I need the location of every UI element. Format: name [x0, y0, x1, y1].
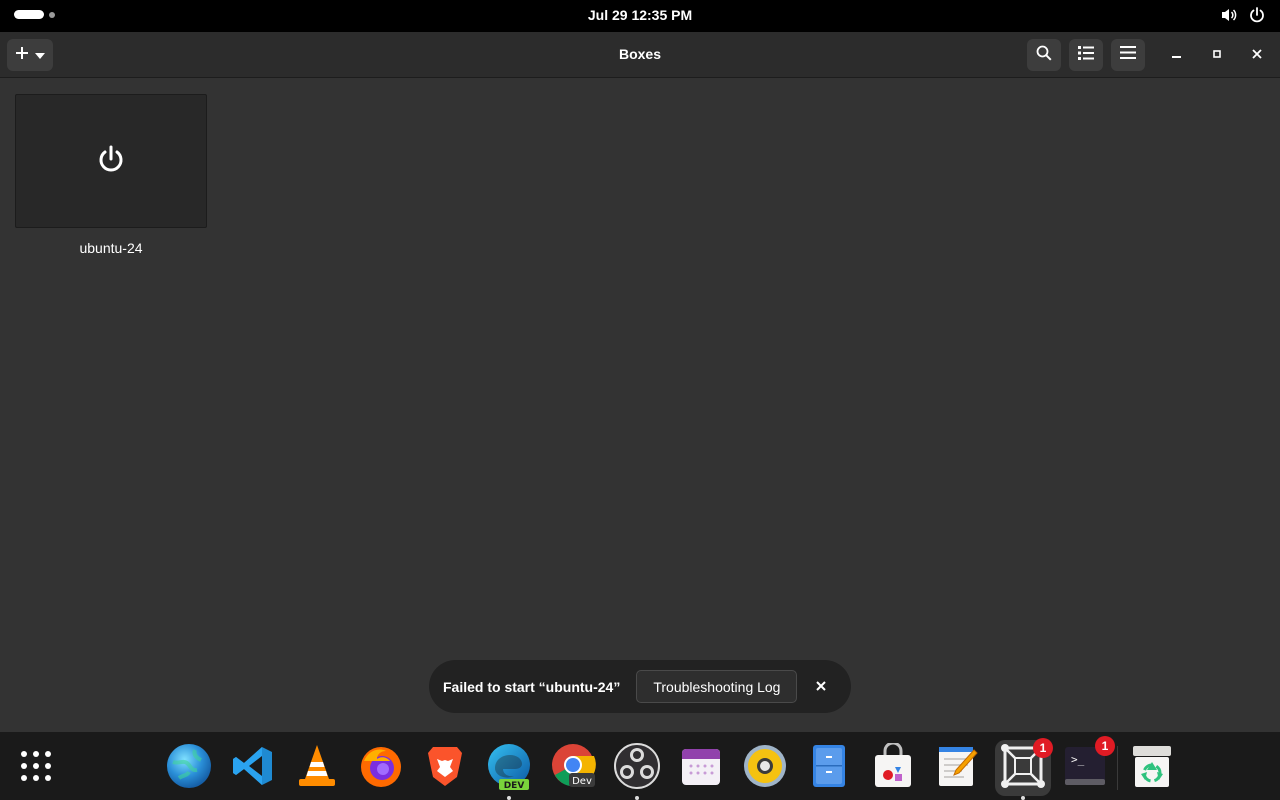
dock-item-firefox[interactable] — [355, 742, 407, 794]
dock-separator — [1117, 746, 1118, 790]
dock-item-trash[interactable] — [1126, 742, 1178, 794]
volume-icon[interactable] — [1220, 6, 1238, 24]
minimize-button[interactable] — [1164, 39, 1190, 71]
chrome-dev-label: Dev — [572, 776, 592, 787]
vlc-cone-icon — [295, 743, 339, 794]
view-toggle-button[interactable] — [1069, 39, 1103, 71]
dock-item-vscode[interactable] — [227, 742, 279, 794]
toast-message: Failed to start “ubuntu-24” — [443, 678, 621, 695]
add-icon — [15, 46, 29, 65]
app-grid-icon — [19, 749, 53, 788]
dock-item-edge-dev[interactable]: DEV — [483, 742, 535, 800]
box-name-label[interactable]: ubuntu-24 — [15, 240, 207, 256]
dock-item-file-cabinet[interactable] — [803, 742, 855, 794]
boxes-collection-view: ubuntu-24 — [0, 79, 1280, 732]
dock-item-text-editor[interactable] — [931, 742, 983, 794]
toast-close-button[interactable] — [809, 675, 833, 699]
running-indicator — [1021, 796, 1025, 800]
list-view-icon — [1078, 45, 1094, 65]
system-tray[interactable] — [1220, 6, 1266, 24]
power-icon[interactable] — [1248, 6, 1266, 24]
workspace-indicator — [49, 11, 55, 18]
error-toast: Failed to start “ubuntu-24” Troubleshoot… — [429, 660, 851, 713]
globe-icon — [165, 742, 213, 795]
dock: DEV Dev 1 >_ 1 — [0, 732, 1280, 800]
firefox-icon — [358, 743, 404, 794]
boxes-window: Boxes ubuntu-24 — [0, 32, 1280, 732]
search-button[interactable] — [1027, 39, 1061, 71]
chevron-down-icon — [35, 46, 45, 64]
maximize-icon — [1212, 46, 1222, 64]
dock-item-boxes[interactable]: 1 — [995, 738, 1053, 800]
dock-item-calendar[interactable] — [675, 742, 727, 794]
main-menu-button[interactable] — [1111, 39, 1145, 71]
window-title: Boxes — [618, 46, 662, 62]
speaker-icon — [742, 743, 788, 794]
dock-item-obs[interactable] — [611, 742, 663, 800]
activities-button[interactable] — [14, 10, 55, 19]
obs-icon — [613, 742, 661, 795]
power-icon — [95, 143, 127, 180]
header-bar: Boxes — [0, 32, 1280, 78]
calendar-icon — [680, 745, 722, 792]
running-indicator — [635, 796, 639, 800]
running-indicator — [507, 796, 511, 800]
dock-item-app-grid[interactable] — [10, 742, 62, 794]
close-icon — [1252, 46, 1262, 64]
minimize-icon — [1172, 46, 1182, 64]
new-box-button[interactable] — [7, 39, 53, 71]
brave-lion-icon — [425, 743, 465, 794]
vscode-icon — [231, 744, 275, 793]
dock-item-rhythmbox[interactable] — [739, 742, 791, 794]
box-thumbnail[interactable] — [15, 94, 207, 228]
edge-dev-label: DEV — [504, 781, 525, 790]
dock-item-vlc[interactable] — [291, 742, 343, 794]
dock-item-chrome-dev[interactable]: Dev — [547, 742, 599, 794]
hamburger-menu-icon — [1120, 46, 1136, 64]
dock-item-terminal[interactable]: >_ 1 — [1059, 736, 1115, 794]
dock-item-software[interactable] — [867, 741, 919, 794]
notification-badge: 1 — [1095, 736, 1115, 756]
maximize-button[interactable] — [1204, 39, 1230, 71]
workspace-indicator-active — [14, 10, 44, 19]
search-icon — [1036, 45, 1052, 66]
chrome-icon: Dev — [549, 742, 597, 795]
dock-item-web-browser[interactable] — [163, 742, 215, 794]
file-cabinet-icon — [810, 744, 848, 793]
troubleshooting-log-button[interactable]: Troubleshooting Log — [636, 670, 798, 703]
close-icon — [816, 678, 827, 696]
notification-badge: 1 — [1033, 738, 1053, 758]
top-bar: Jul 29 12:35 PM — [0, 0, 1280, 32]
edge-icon: DEV — [485, 742, 533, 795]
text-editor-icon — [936, 744, 978, 793]
close-window-button[interactable] — [1244, 39, 1270, 71]
terminal-prompt-label: >_ — [1071, 753, 1085, 766]
dock-item-brave[interactable] — [419, 742, 471, 794]
recycle-bin-icon — [1131, 744, 1173, 793]
clock[interactable]: Jul 29 12:35 PM — [588, 7, 692, 23]
shopping-bag-icon — [871, 741, 915, 794]
